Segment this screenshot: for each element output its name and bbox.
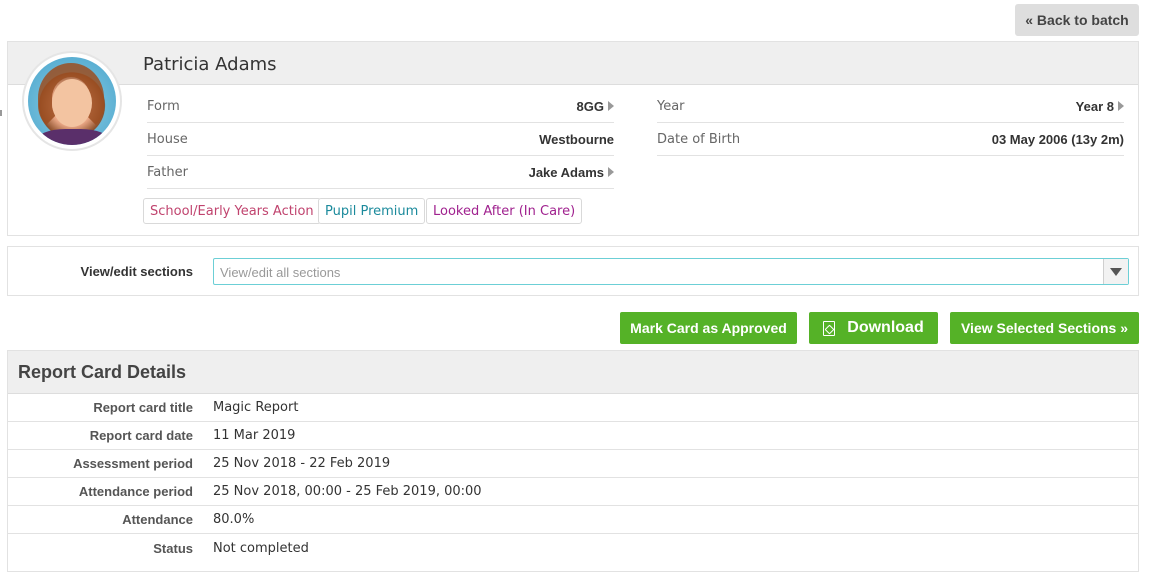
profile-header: Patricia Adams xyxy=(8,42,1138,85)
house-value: Westbourne xyxy=(539,131,614,147)
download-label: Download xyxy=(847,319,924,336)
detail-key: Attendance xyxy=(122,512,193,527)
field-date-of-birth: Date of Birth 03 May 2006 (13y 2m) xyxy=(657,123,1124,156)
pdf-icon xyxy=(823,320,836,336)
caret-right-icon xyxy=(1118,101,1124,111)
detail-key: Report card date xyxy=(89,428,193,443)
sections-input[interactable] xyxy=(220,263,1090,281)
field-label: Father xyxy=(147,164,188,180)
field-house: House Westbourne xyxy=(147,123,614,156)
field-label: Year xyxy=(657,98,685,114)
download-button[interactable]: Download xyxy=(809,312,938,344)
detail-row: Assessment period 25 Nov 2018 - 22 Feb 2… xyxy=(8,450,1138,478)
details-title: Report Card Details xyxy=(8,351,1138,394)
dropdown-toggle[interactable] xyxy=(1103,259,1128,284)
field-form: Form 8GG xyxy=(147,90,614,123)
tag-pupil-premium[interactable]: Pupil Premium xyxy=(318,198,426,224)
field-father: Father Jake Adams xyxy=(147,156,614,189)
form-link[interactable]: 8GG xyxy=(577,99,614,114)
detail-key: Report card title xyxy=(93,400,193,415)
field-label: Date of Birth xyxy=(657,131,741,147)
detail-value: Not completed xyxy=(213,540,309,556)
view-selected-sections-button[interactable]: View Selected Sections » xyxy=(950,312,1139,344)
detail-key: Attendance period xyxy=(78,484,193,499)
detail-value: 25 Nov 2018, 00:00 - 25 Feb 2019, 00:00 xyxy=(213,484,482,499)
caret-right-icon xyxy=(608,101,614,111)
mark-card-approved-button[interactable]: Mark Card as Approved xyxy=(620,312,797,344)
detail-value: 80.0% xyxy=(213,512,255,527)
student-avatar xyxy=(22,51,122,151)
tag-looked-after[interactable]: Looked After (In Care) xyxy=(426,198,583,224)
student-photo xyxy=(28,57,116,145)
sections-selector-panel: View/edit sections xyxy=(7,246,1139,296)
detail-key: Assessment period xyxy=(73,456,193,471)
detail-row: Attendance period 25 Nov 2018, 00:00 - 2… xyxy=(8,478,1138,506)
dob-value: 03 May 2006 (13y 2m) xyxy=(991,131,1124,147)
back-to-batch-button[interactable]: « Back to batch xyxy=(1015,4,1139,36)
edge-marker xyxy=(0,110,2,116)
detail-row: Status Not completed xyxy=(8,534,1138,562)
report-card-details: Report Card Details Report card title Ma… xyxy=(7,350,1139,572)
student-name: Patricia Adams xyxy=(143,54,277,75)
year-link[interactable]: Year 8 xyxy=(1076,99,1124,114)
tag-school-early-years-action[interactable]: School/Early Years Action xyxy=(143,198,321,224)
father-link[interactable]: Jake Adams xyxy=(529,165,614,180)
student-profile-card: Patricia Adams Form 8GG House Westbourne… xyxy=(7,41,1139,236)
detail-value: 25 Nov 2018 - 22 Feb 2019 xyxy=(213,456,391,471)
detail-value: Magic Report xyxy=(213,400,299,415)
detail-row: Report card date 11 Mar 2019 xyxy=(8,422,1138,450)
caret-right-icon xyxy=(608,167,614,177)
detail-value: 11 Mar 2019 xyxy=(213,428,296,443)
sections-select[interactable] xyxy=(213,258,1129,285)
field-label: House xyxy=(147,131,188,147)
field-label: Form xyxy=(147,98,180,114)
detail-row: Attendance 80.0% xyxy=(8,506,1138,534)
chevron-down-icon xyxy=(1110,267,1122,276)
detail-row: Report card title Magic Report xyxy=(8,394,1138,422)
field-year: Year Year 8 xyxy=(657,90,1124,123)
detail-key: Status xyxy=(153,540,193,556)
sections-label: View/edit sections xyxy=(80,263,193,279)
